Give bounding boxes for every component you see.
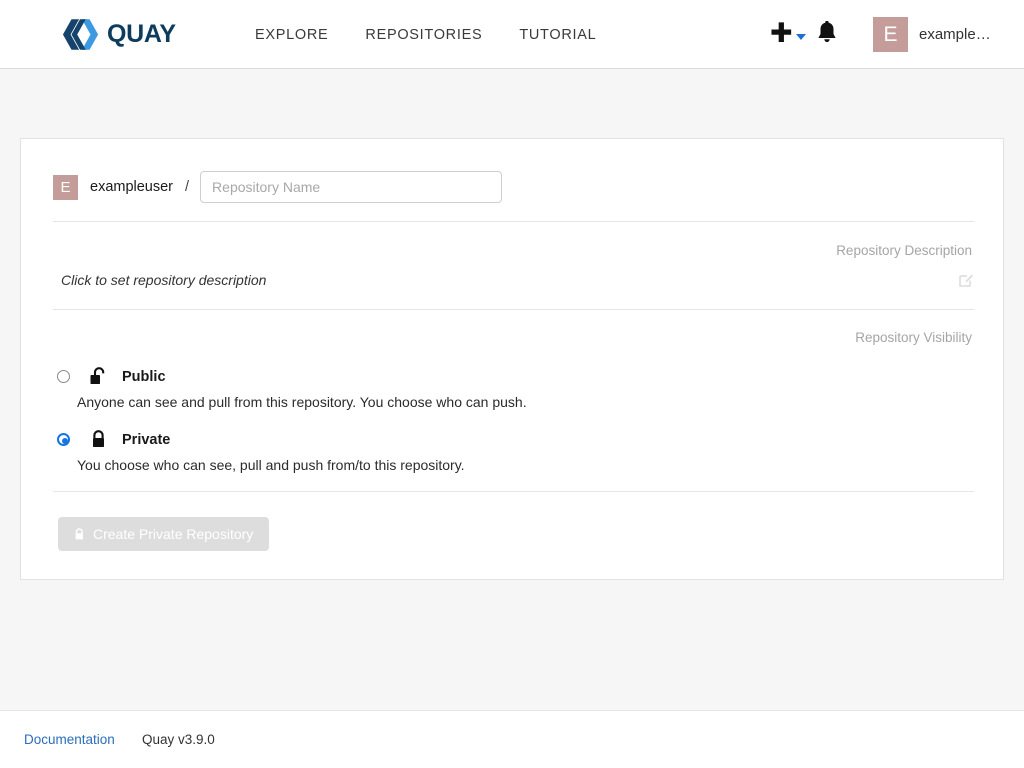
unlock-icon (88, 367, 110, 386)
visibility-option-private[interactable]: Private (57, 430, 170, 449)
nav-item-tutorial[interactable]: TUTORIAL (519, 27, 596, 43)
main-nav: EXPLORE REPOSITORIES TUTORIAL (255, 0, 596, 69)
owner-name-label: exampleuser (90, 179, 173, 195)
nav-item-repositories[interactable]: REPOSITORIES (365, 27, 482, 43)
visibility-option-private-label: Private (122, 432, 170, 448)
create-repository-card: E exampleuser / Repository Description C… (20, 138, 1004, 580)
nav-item-explore[interactable]: EXPLORE (255, 27, 328, 43)
create-repository-button-label: Create Private Repository (93, 526, 253, 542)
quay-logo[interactable]: QUAY (62, 18, 176, 51)
owner-avatar: E (53, 175, 78, 200)
page-footer: Documentation Quay v3.9.0 (0, 710, 1024, 768)
edit-description-button[interactable] (959, 272, 974, 292)
page-header: Repositories Create New Repository (0, 69, 1024, 138)
create-repository-button[interactable]: Create Private Repository (58, 517, 269, 551)
divider-name (53, 221, 974, 222)
repository-description-placeholder[interactable]: Click to set repository description (61, 272, 266, 288)
user-name-label: example… (919, 26, 991, 43)
plus-icon: ✚ (770, 23, 793, 45)
quay-logo-text: QUAY (107, 22, 176, 47)
description-section-label: Repository Description (836, 243, 972, 258)
repository-name-row: E exampleuser / (53, 171, 502, 203)
notifications-button[interactable] (816, 21, 838, 51)
visibility-option-public-label: Public (122, 369, 166, 385)
edit-pencil-icon (959, 272, 974, 287)
quay-logo-icon (62, 18, 100, 51)
divider-description (53, 309, 974, 310)
path-separator: / (185, 179, 189, 195)
lock-icon (74, 528, 85, 541)
version-label: Quay v3.9.0 (142, 732, 215, 747)
documentation-link[interactable]: Documentation (24, 732, 115, 747)
repository-name-input[interactable] (200, 171, 502, 203)
radio-private[interactable] (57, 433, 70, 446)
radio-public[interactable] (57, 370, 70, 383)
divider-visibility (53, 491, 974, 492)
visibility-section-label: Repository Visibility (855, 330, 972, 345)
bell-icon (816, 21, 838, 46)
visibility-option-public-description: Anyone can see and pull from this reposi… (77, 394, 527, 410)
create-menu-button[interactable]: ✚ (770, 23, 806, 45)
visibility-option-private-description: You choose who can see, pull and push fr… (77, 457, 465, 473)
lock-icon (88, 430, 110, 449)
top-navbar: QUAY EXPLORE REPOSITORIES TUTORIAL ✚ E e… (0, 0, 1024, 69)
page-root: QUAY EXPLORE REPOSITORIES TUTORIAL ✚ E e… (0, 0, 1024, 768)
avatar: E (873, 17, 908, 52)
user-menu-button[interactable]: E example… (873, 17, 991, 52)
chevron-down-icon (796, 34, 806, 40)
visibility-option-public[interactable]: Public (57, 367, 166, 386)
